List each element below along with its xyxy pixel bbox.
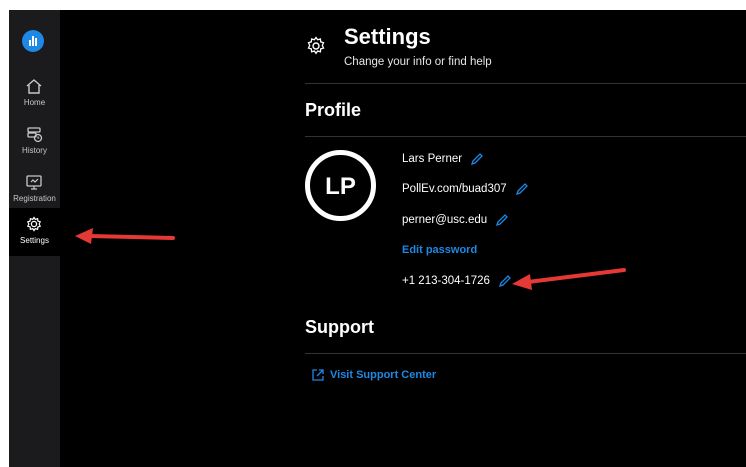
sidebar-item-label: Home [23, 98, 46, 107]
edit-password-link[interactable]: Edit password [402, 244, 477, 256]
settings-page: Settings Change your info or find help P… [305, 10, 746, 467]
edit-url-pencil-icon[interactable] [515, 182, 529, 196]
page-subtitle: Change your info or find help [344, 56, 492, 68]
phone-field: +1 213-304-1726 [402, 272, 512, 290]
polleverywhere-logo[interactable] [22, 30, 44, 52]
registration-icon [26, 175, 42, 190]
annotation-arrow-settings [75, 228, 175, 244]
gear-icon [307, 36, 325, 55]
profile-section-title: Profile [305, 100, 362, 120]
sidebar-item-history[interactable]: History [9, 118, 60, 166]
divider [305, 353, 746, 354]
name-value: Lars Perner [402, 153, 463, 165]
external-link-icon [312, 369, 324, 381]
page-title: Settings [344, 24, 431, 49]
phone-value: +1 213-304-1726 [402, 275, 490, 287]
support-section-title: Support [305, 317, 374, 337]
app-window: Home History Registration Settings Setti… [9, 10, 746, 467]
email-field: perner@usc.edu [402, 211, 509, 229]
sidebar-item-settings[interactable]: Settings [9, 208, 60, 256]
sidebar: Home History Registration Settings [9, 10, 60, 467]
annotation-arrow-phone [512, 268, 626, 290]
edit-email-pencil-icon[interactable] [495, 213, 509, 227]
visit-support-center-link[interactable]: Visit Support Center [311, 368, 436, 382]
divider [305, 83, 746, 84]
divider [305, 136, 746, 137]
sidebar-item-label: History [22, 146, 47, 155]
history-icon [27, 127, 43, 143]
sidebar-item-label: Settings [20, 236, 49, 245]
name-field: Lars Perner [402, 150, 484, 168]
email-value: perner@usc.edu [402, 214, 488, 226]
sidebar-item-registration[interactable]: Registration [9, 166, 60, 214]
avatar-initials: LP [325, 173, 356, 200]
sidebar-item-home[interactable]: Home [9, 70, 60, 118]
home-icon [26, 79, 42, 94]
gear-icon [26, 216, 42, 232]
sidebar-item-label: Registration [13, 194, 56, 203]
support-link-label: Visit Support Center [330, 369, 437, 381]
avatar: LP [305, 150, 376, 221]
url-field: PollEv.com/buad307 [402, 180, 529, 198]
url-value: PollEv.com/buad307 [402, 183, 507, 195]
edit-password-row: Edit password [402, 241, 477, 259]
edit-name-pencil-icon[interactable] [470, 152, 484, 166]
